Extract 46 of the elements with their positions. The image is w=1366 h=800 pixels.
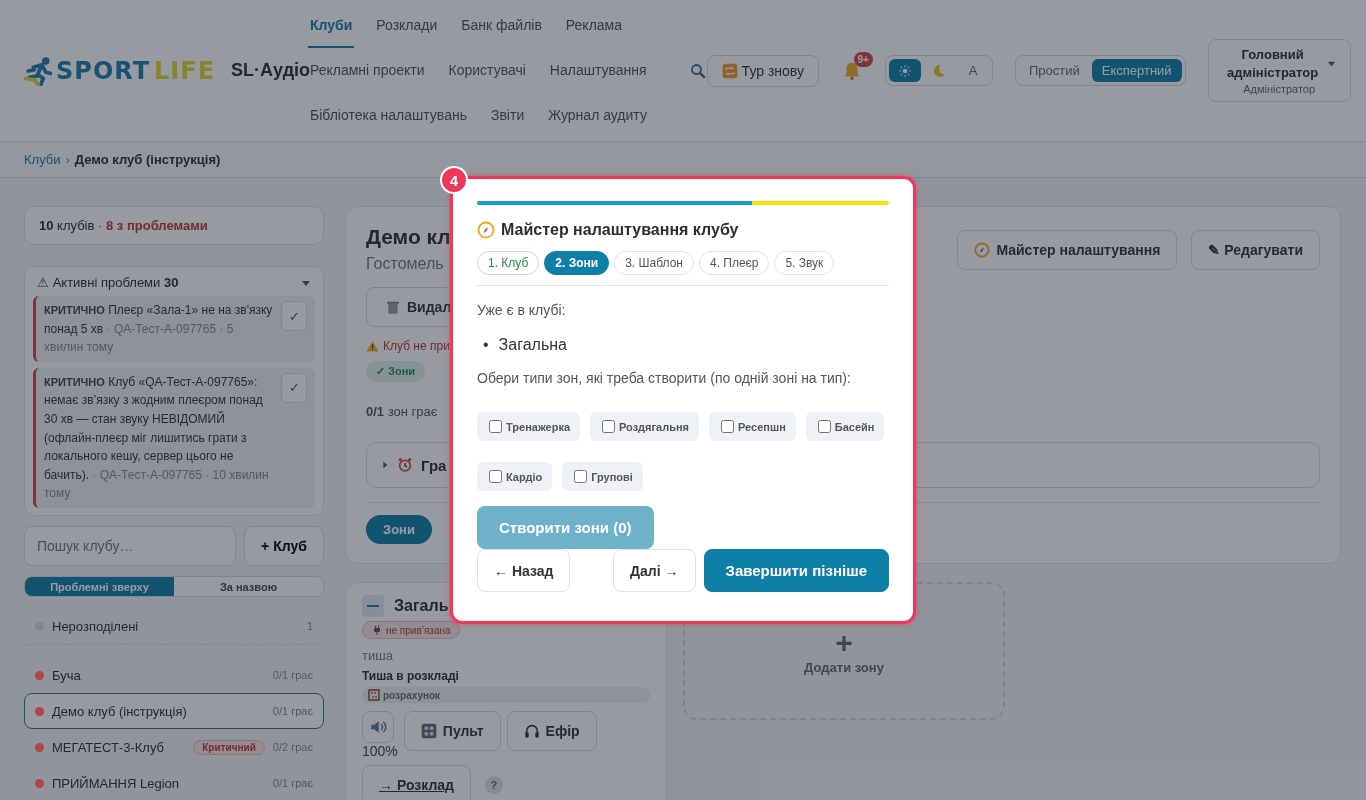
notification-badge: 9+ — [853, 51, 873, 67]
user-role: Адміністратор — [1243, 83, 1316, 96]
checklist-chip: ✓ Зони — [366, 361, 426, 382]
zone-type-label: Кардіо — [506, 470, 543, 483]
club-status: 0/1 грає — [272, 705, 313, 717]
club-status: 0/1 грає — [272, 669, 313, 681]
issue-text: КРИТИЧНО Клуб «QA-Тест-A-097765»: немає зв’язку з жодним плеєром понад 30 хв — стан звуку НЕВІДОМИЙ (офлайн-плеєр міг лишитись грати з локального кешу, сервер цього не бачить). · QA-Тест-A-097765 · 10 хвилин тому — [44, 373, 270, 503]
breadcrumb-current: Демо клуб (інструкція) — [74, 152, 221, 167]
warning-text: Клуб не при — [383, 339, 450, 353]
zone-type-label: Тренажерка — [506, 420, 570, 433]
zone-type-label: Роздягальня — [619, 420, 690, 433]
zone-types-prompt: Обери типи зон, які треба створити (по одній зоні на тип): — [477, 370, 852, 386]
club-status: 0/2 грає — [272, 741, 313, 753]
zone-type-label: Басейн — [834, 420, 875, 433]
schedule-title: Гра — [421, 456, 447, 474]
club-name: Нерозподілені — [52, 618, 140, 634]
existing-zones-label: Уже є в клубі: — [477, 302, 567, 318]
club-name: ПРИЙМАННЯ Legion — [52, 775, 181, 791]
club-name: Буча — [52, 667, 82, 683]
calculation-badge: розрахунок — [362, 687, 650, 703]
club-status: 0/1 грає — [272, 777, 313, 789]
club-title: Демо кл — [366, 225, 451, 249]
zone-schedule-state: Тиша в розкладі — [362, 669, 460, 683]
club-name: МЕГАТЕСТ-3-Клуб — [52, 739, 165, 755]
issues-title: ⚠ Активні проблеми 30 — [37, 275, 179, 290]
volume-level: 100% — [362, 743, 398, 759]
club-name: Демо клуб (інструкція) — [52, 703, 188, 719]
add-zone-label: Додати зону — [804, 659, 884, 675]
zones-playing: 0/1 зон грає — [366, 404, 439, 419]
user-name: Головний адміністратор — [1226, 45, 1320, 82]
issue-text: КРИТИЧНО Плеєр «Зала-1» не на зв'язку понад 5 хв · QA-Тест-A-097765 · 5 хвилин тому — [44, 302, 274, 357]
zone-title: Загаль — [394, 597, 449, 615]
dialog-title: Майстер налаштування клубу — [501, 221, 739, 239]
existing-zone: • Загальна — [483, 336, 568, 354]
club-city: Гостомель — [366, 255, 445, 273]
breadcrumb-separator: › — [65, 152, 70, 167]
binding-badge: не прив’язана — [362, 621, 460, 639]
zone-type-label: Ресепшн — [738, 420, 786, 433]
tour-step-badge: 4 — [440, 166, 468, 194]
zone-status: тиша — [362, 648, 394, 663]
critical-badge: Критичний — [193, 739, 265, 755]
plus-icon: + — [835, 627, 853, 658]
club-count: 1 — [306, 620, 313, 632]
zone-type-label: Групові — [591, 470, 633, 483]
clubs-summary: 10 клубів · 8 з проблемами — [24, 206, 324, 245]
app-name: SL·Аудіо — [231, 60, 311, 81]
